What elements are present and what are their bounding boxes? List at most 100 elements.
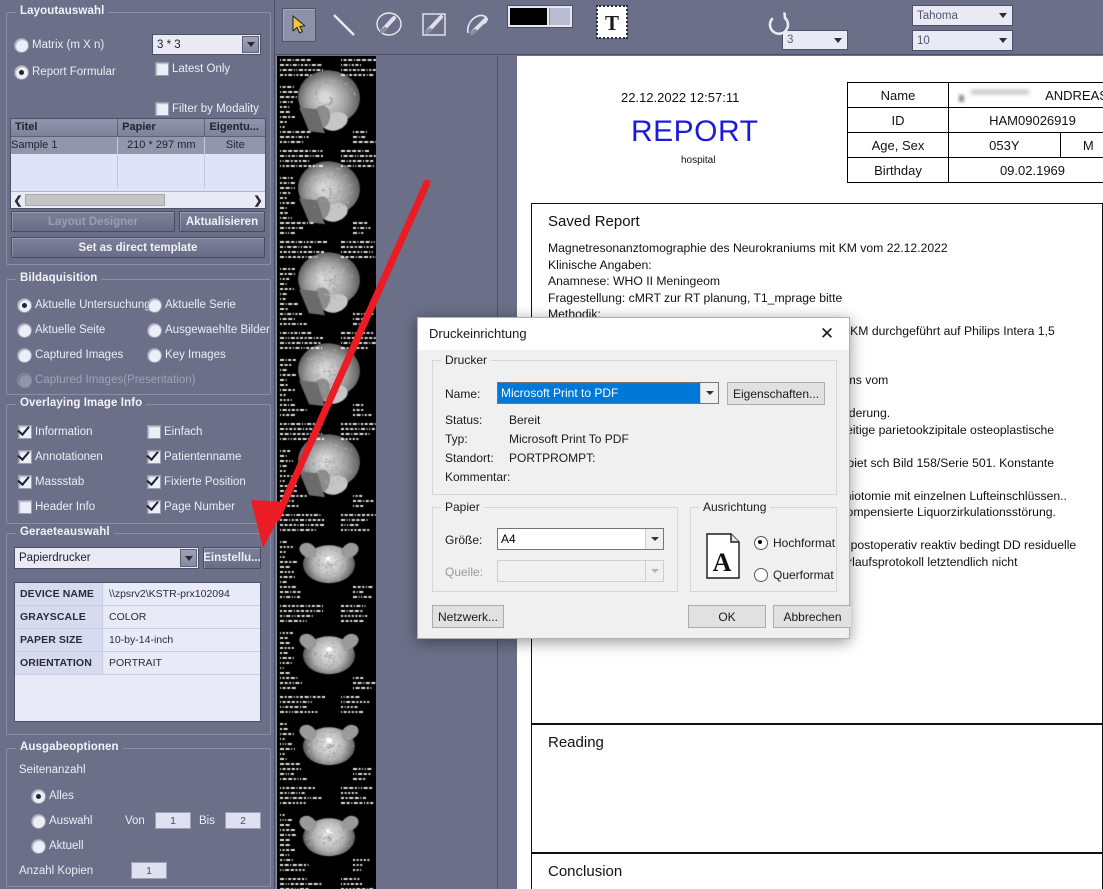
- landscape-label: Querformat: [773, 568, 834, 582]
- conclusion-section[interactable]: Conclusion: [531, 853, 1103, 889]
- thumbnail-item[interactable]: [277, 511, 377, 602]
- freehand-tool[interactable]: [462, 8, 496, 42]
- checkbox-annotationen[interactable]: Annotationen: [18, 450, 103, 464]
- radio-aktuelle-serie[interactable]: Aktuelle Serie: [147, 298, 236, 313]
- radio-aktuelle-untersuchung[interactable]: Aktuelle Untersuchung: [17, 298, 151, 313]
- checkbox-box-icon: [155, 62, 169, 76]
- scroll-left-icon[interactable]: ❮: [11, 194, 25, 207]
- printer-location-value: PORTPROMPT:: [509, 451, 596, 465]
- radio-auswahl[interactable]: Auswahl: [31, 814, 92, 829]
- color-swatch-control[interactable]: [507, 5, 573, 28]
- set-direct-template-button[interactable]: Set as direct template: [11, 237, 265, 258]
- thumbnail-item[interactable]: [277, 420, 377, 511]
- network-button[interactable]: Netzwerk...: [432, 605, 504, 628]
- chevron-down-icon[interactable]: [700, 383, 718, 403]
- pointer-tool[interactable]: [282, 8, 316, 42]
- background-color-swatch[interactable]: [549, 8, 570, 25]
- radio-alles[interactable]: Alles: [31, 789, 74, 804]
- checkbox-page-number[interactable]: Page Number: [147, 500, 235, 514]
- thumbnail-item[interactable]: [277, 784, 377, 875]
- image-acquisition-group: Bildaquisition Aktuelle Untersuchung Akt…: [6, 272, 271, 395]
- printer-properties-button[interactable]: Eigenschaften...: [727, 382, 825, 405]
- ok-button[interactable]: OK: [688, 605, 766, 628]
- paper-size-select[interactable]: A4: [497, 528, 664, 550]
- checkbox-box-icon: [18, 450, 32, 464]
- checkbox-latest-only[interactable]: Latest Only: [155, 62, 230, 76]
- layout-template-table[interactable]: Titel Papier Eigentu... Sample 1 210 * 2…: [10, 118, 266, 209]
- chevron-down-icon[interactable]: [829, 32, 846, 48]
- copies-input[interactable]: 1: [131, 862, 167, 879]
- undo-tool[interactable]: [761, 8, 795, 42]
- checkbox-filter-modality[interactable]: Filter by Modality: [155, 102, 259, 116]
- scrollbar-thumb[interactable]: [25, 194, 165, 206]
- chevron-down-icon[interactable]: [242, 36, 259, 53]
- image-thumbnail-strip[interactable]: [276, 56, 378, 889]
- option-label: Captured Images: [35, 349, 124, 361]
- report-datetime: 22.12.2022 12:57:11: [621, 90, 740, 105]
- radio-ausgewaehlte-bilder[interactable]: Ausgewaehlte Bilder: [147, 323, 270, 338]
- font-family-select[interactable]: Tahoma: [912, 5, 1013, 26]
- bis-input[interactable]: 2: [225, 812, 261, 829]
- table-horizontal-scrollbar[interactable]: ❮ ❯: [11, 191, 265, 208]
- layout-designer-button[interactable]: Layout Designer: [11, 211, 175, 232]
- column-header-papier: Papier: [118, 119, 206, 136]
- einstellungen-button[interactable]: Einstellu...: [203, 547, 261, 569]
- radio-report-formular[interactable]: Report Formular: [14, 65, 116, 80]
- radio-aktuelle-seite[interactable]: Aktuelle Seite: [17, 323, 105, 338]
- thumbnail-item[interactable]: [277, 875, 377, 889]
- table-row[interactable]: [11, 154, 265, 171]
- device-info-key: ORIENTATION: [15, 652, 103, 674]
- von-input[interactable]: 1: [155, 812, 191, 829]
- portrait-label: Hochformat: [773, 536, 836, 550]
- chevron-down-icon[interactable]: [645, 529, 663, 549]
- radio-report-label: Report Formular: [32, 66, 116, 78]
- table-row[interactable]: [11, 171, 265, 188]
- radio-aktuell[interactable]: Aktuell: [31, 839, 84, 854]
- ellipse-tool[interactable]: [372, 8, 406, 42]
- aktualisieren-button[interactable]: Aktualisieren: [179, 211, 265, 232]
- thumbnail-item[interactable]: [277, 329, 377, 420]
- dialog-titlebar[interactable]: Druckeinrichtung ✕: [418, 318, 849, 351]
- paper-orientation-icon: A: [705, 532, 743, 580]
- chevron-down-icon[interactable]: [994, 7, 1011, 24]
- checkbox-header-info[interactable]: Header Info: [18, 500, 95, 514]
- radio-captured-images[interactable]: Captured Images: [17, 348, 123, 363]
- rectangle-tool[interactable]: [417, 8, 451, 42]
- checkbox-fixierte-position[interactable]: Fixierte Position: [147, 475, 246, 489]
- mri-thumbnail-axial: [277, 602, 377, 693]
- checkbox-einfach[interactable]: Einfach: [147, 425, 202, 439]
- close-x-icon[interactable]: ✕: [805, 318, 849, 349]
- paper-group-legend: Papier: [441, 500, 484, 514]
- matrix-size-select[interactable]: 3 * 3: [152, 34, 261, 55]
- printer-name-select[interactable]: Microsoft Print to PDF: [497, 382, 719, 404]
- chevron-down-icon[interactable]: [994, 32, 1011, 49]
- radio-matrix[interactable]: Matrix (m X n): [14, 38, 104, 53]
- report-subtitle: hospital: [681, 155, 716, 166]
- checkbox-information[interactable]: Information: [18, 425, 93, 439]
- cancel-button[interactable]: Abbrechen: [773, 605, 851, 628]
- checkbox-massstab[interactable]: Massstab: [18, 475, 84, 489]
- device-select[interactable]: Papierdrucker: [14, 547, 199, 569]
- foreground-color-swatch[interactable]: [510, 8, 547, 25]
- thumbnail-item[interactable]: [277, 147, 377, 238]
- table-row[interactable]: Sample 1 210 * 297 mm Site: [11, 137, 265, 154]
- print-setup-dialog[interactable]: Druckeinrichtung ✕ Drucker Name: Microso…: [417, 317, 851, 639]
- value-sex: M: [1059, 132, 1103, 158]
- output-options-group: Ausgabeoptionen Seitenanzahl Alles Auswa…: [6, 741, 271, 887]
- radio-key-images[interactable]: Key Images: [147, 348, 226, 363]
- scroll-right-icon[interactable]: ❯: [251, 194, 265, 207]
- reading-section[interactable]: Reading: [531, 724, 1103, 853]
- column-header-eigentuemer: Eigentu...: [209, 121, 259, 133]
- radio-landscape[interactable]: Querformat: [754, 568, 834, 582]
- line-tool[interactable]: [327, 8, 361, 42]
- thumbnail-item[interactable]: [277, 693, 377, 784]
- overlay-image-info-group: Overlaying Image Info Information Einfac…: [6, 397, 271, 524]
- thumbnail-item[interactable]: [277, 238, 377, 329]
- thumbnail-item[interactable]: [277, 602, 377, 693]
- chevron-down-icon[interactable]: [180, 549, 197, 567]
- text-tool[interactable]: T: [596, 5, 628, 39]
- checkbox-patientenname[interactable]: Patientenname: [147, 450, 241, 464]
- font-size-select[interactable]: 10: [912, 30, 1013, 51]
- thumbnail-item[interactable]: [277, 56, 377, 147]
- radio-portrait[interactable]: Hochformat: [754, 536, 835, 550]
